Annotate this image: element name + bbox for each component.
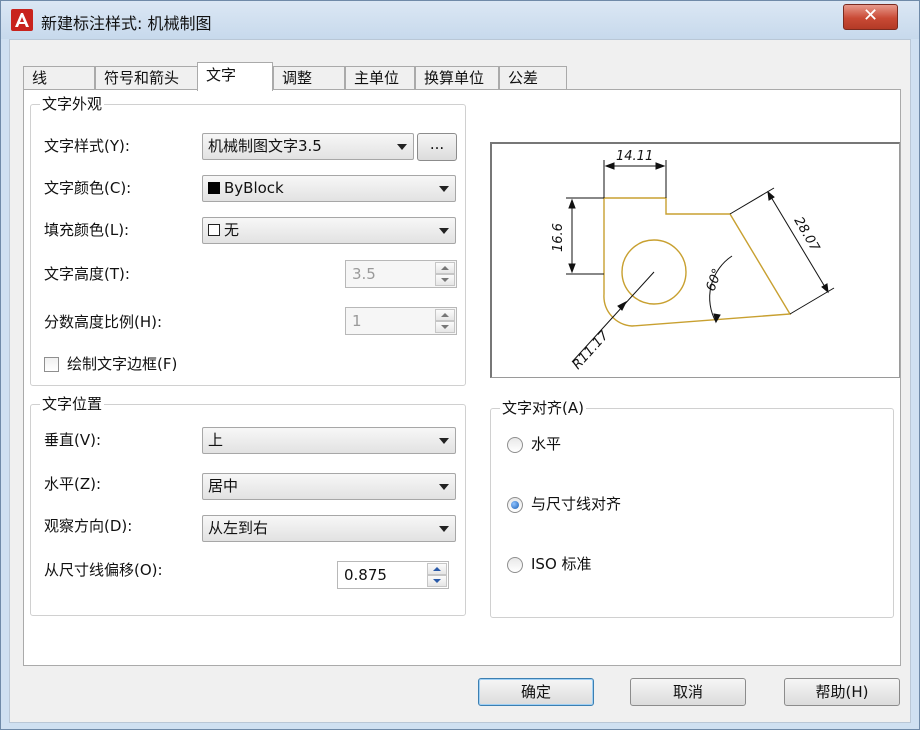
dialog-body: 线 符号和箭头 文字 调整 主单位 换算单位 公差 文字外观 文字样式(Y): … <box>9 39 911 723</box>
spin-up-icon[interactable] <box>435 262 455 274</box>
text-style-select[interactable]: 机械制图文字3.5 <box>202 133 414 160</box>
draw-frame-checkbox[interactable] <box>44 357 59 372</box>
dimension-preview: 14.11 16.6 28.07 60° R11.17 <box>490 142 900 378</box>
view-direction-label: 观察方向(D): <box>44 517 133 535</box>
dim-right-text: 28.07 <box>791 215 823 255</box>
align-dimline-label: 与尺寸线对齐 <box>531 495 622 513</box>
offset-label: 从尺寸线偏移(O): <box>44 561 163 579</box>
close-button[interactable]: ✕ <box>843 4 898 30</box>
horizontal-select[interactable]: 居中 <box>202 473 456 500</box>
color-swatch-icon <box>208 182 220 194</box>
ok-button[interactable]: 确定 <box>478 678 594 706</box>
horizontal-label: 水平(Z): <box>44 475 102 493</box>
spin-down-icon[interactable] <box>435 321 455 333</box>
tab-primary-units[interactable]: 主单位 <box>345 66 415 89</box>
part-outline-shape <box>603 197 792 327</box>
cancel-button[interactable]: 取消 <box>630 678 746 706</box>
group-legend: 文字外观 <box>40 95 105 113</box>
text-height-label: 文字高度(T): <box>44 265 130 283</box>
spin-up-icon[interactable] <box>435 309 455 321</box>
fill-color-label: 填充颜色(L): <box>44 221 130 239</box>
chevron-down-icon <box>439 186 449 192</box>
help-button[interactable]: 帮助(H) <box>784 678 900 706</box>
vertical-label: 垂直(V): <box>44 431 102 449</box>
view-direction-select[interactable]: 从左到右 <box>202 515 456 542</box>
align-iso-radio[interactable] <box>507 557 523 573</box>
text-style-browse-button[interactable]: ... <box>417 133 457 161</box>
chevron-down-icon <box>397 144 407 150</box>
spin-up-icon[interactable] <box>427 563 447 575</box>
dim-angle-text: 60° <box>704 267 726 294</box>
empty-swatch-icon <box>208 224 220 236</box>
tab-tolerances[interactable]: 公差 <box>499 66 567 89</box>
chevron-down-icon <box>439 228 449 234</box>
title-bar[interactable]: 新建标注样式: 机械制图 ✕ <box>1 1 919 39</box>
tab-lines[interactable]: 线 <box>23 66 95 89</box>
tab-fit[interactable]: 调整 <box>273 66 345 89</box>
fraction-height-stepper[interactable]: 1 <box>345 307 457 335</box>
dim-top-text: 14.11 <box>616 149 653 164</box>
spin-down-icon[interactable] <box>427 575 447 587</box>
align-iso-label: ISO 标准 <box>531 555 592 573</box>
fill-color-select[interactable]: 无 <box>202 217 456 244</box>
tab-text[interactable]: 文字 <box>197 62 273 91</box>
align-horizontal-radio[interactable] <box>507 437 523 453</box>
preview-drawing: 14.11 16.6 28.07 60° R11.17 <box>551 149 835 373</box>
dialog-window: 新建标注样式: 机械制图 ✕ 线 符号和箭头 文字 调整 主单位 换算单位 公差… <box>0 0 920 730</box>
tab-page-text: 文字外观 文字样式(Y): 机械制图文字3.5 ... 文字颜色(C): ByB… <box>23 89 901 666</box>
tab-alternate-units[interactable]: 换算单位 <box>415 66 499 89</box>
dim-left-text: 16.6 <box>551 223 566 252</box>
chevron-down-icon <box>439 484 449 490</box>
text-appearance-group: 文字外观 文字样式(Y): 机械制图文字3.5 ... 文字颜色(C): ByB… <box>30 95 466 386</box>
offset-stepper[interactable]: 0.875 <box>337 561 449 589</box>
group-legend: 文字位置 <box>40 395 105 413</box>
text-color-label: 文字颜色(C): <box>44 179 132 197</box>
autocad-logo-icon <box>11 9 33 31</box>
draw-frame-label: 绘制文字边框(F) <box>67 355 178 373</box>
fraction-height-label: 分数高度比例(H): <box>44 313 163 331</box>
tab-symbols-arrows[interactable]: 符号和箭头 <box>95 66 199 89</box>
dim-radius-text: R11.17 <box>570 328 613 373</box>
text-height-stepper[interactable]: 3.5 <box>345 260 457 288</box>
group-legend: 文字对齐(A) <box>500 399 586 417</box>
chevron-down-icon <box>439 438 449 444</box>
vertical-select[interactable]: 上 <box>202 427 456 454</box>
text-color-select[interactable]: ByBlock <box>202 175 456 202</box>
spin-down-icon[interactable] <box>435 274 455 286</box>
text-style-label: 文字样式(Y): <box>44 137 130 155</box>
close-icon: ✕ <box>862 5 879 26</box>
text-placement-group: 文字位置 垂直(V): 上 水平(Z): 居中 观察方向(D): 从左到右 从尺… <box>30 395 466 616</box>
window-title: 新建标注样式: 机械制图 <box>41 14 212 33</box>
chevron-down-icon <box>439 526 449 532</box>
align-dimline-radio[interactable] <box>507 497 523 513</box>
text-alignment-group: 文字对齐(A) 水平 与尺寸线对齐 ISO 标准 <box>490 399 894 618</box>
align-horizontal-label: 水平 <box>531 435 562 453</box>
